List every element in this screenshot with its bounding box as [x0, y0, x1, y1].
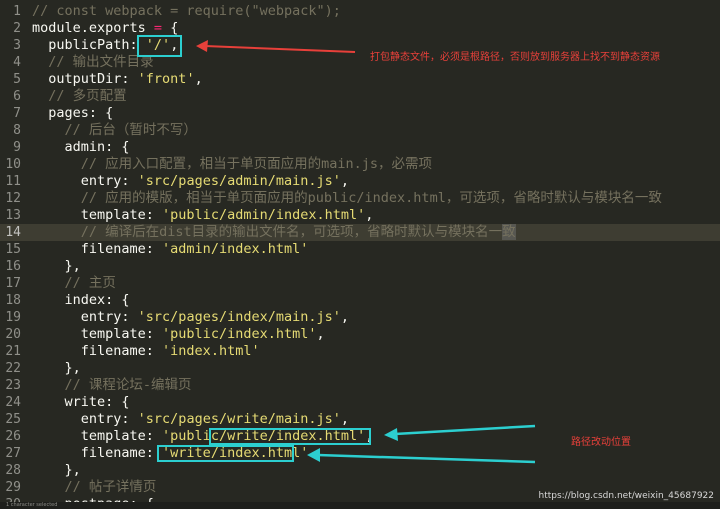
arrow-icon-filename	[307, 448, 536, 464]
annotation-note-public-path: 打包静态文件，必须是根路径，否则放到服务器上找不到静态资源	[370, 52, 660, 63]
annotation-note-path-change: 路径改动位置	[571, 437, 631, 448]
watermark: https://blog.csdn.net/weixin_45687922	[538, 491, 714, 501]
arrow-icon-public-path	[196, 40, 356, 53]
arrow-icon-template	[384, 424, 536, 441]
